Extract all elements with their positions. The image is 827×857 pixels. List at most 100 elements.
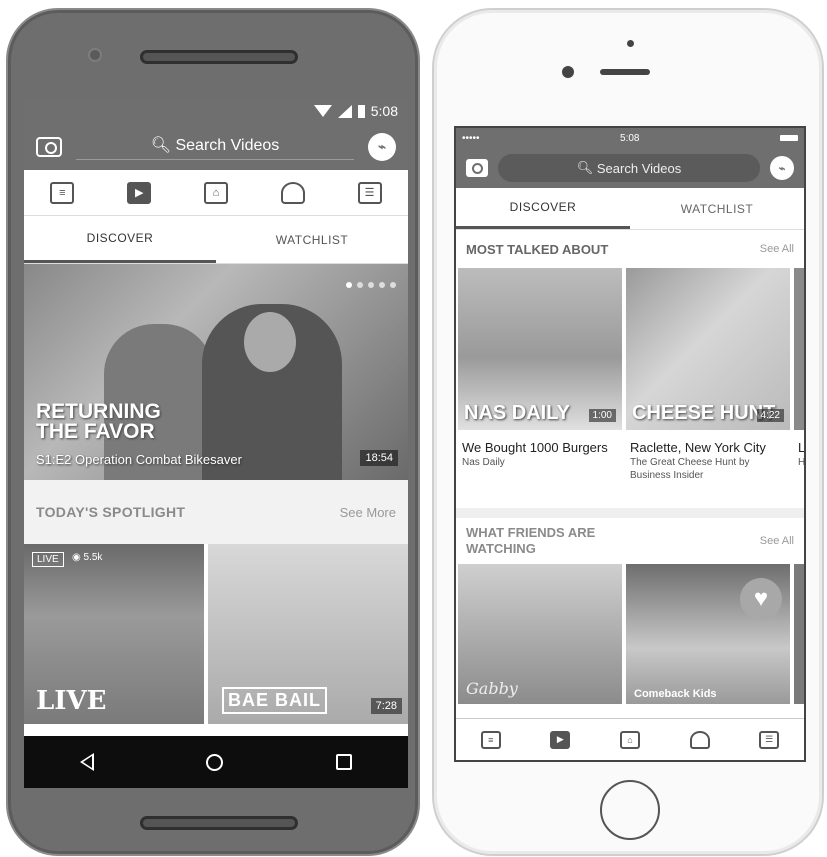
menu-icon[interactable]: ☰ [759,730,780,749]
messenger-icon[interactable]: ⌁ [368,133,396,161]
proximity-sensor [627,40,634,47]
search-bar: 🔍︎ Search Videos ⌁ [24,124,408,170]
view-count-value: 5.5k [83,552,103,563]
most-talked-cards: NAS DAILY 1:00 We Bought 1000 Burgers Na… [456,268,804,482]
video-source[interactable]: The Great Cheese Hunt by Business Inside… [626,456,790,482]
marketplace-icon[interactable]: ⌂ [203,181,228,204]
video-card[interactable]: NAS DAILY 1:00 We Bought 1000 Burgers Na… [458,268,622,482]
live-video-tile[interactable]: LIVE ◉ 5.5k LIVE [24,544,204,724]
video-title[interactable]: We Bought 1000 Burgers [458,440,622,456]
video-thumbnail-partial[interactable] [794,564,804,704]
thumbnail-label: Comeback Kids [634,688,717,700]
android-navigation-bar [24,736,408,788]
mlb-live-logo: LIVE [36,686,107,716]
status-time: 5:08 [620,132,640,144]
tab-watchlist[interactable]: WATCHLIST [630,188,804,229]
tab-discover[interactable]: DISCOVER [24,216,216,263]
front-camera [88,48,102,62]
back-icon[interactable] [80,753,95,771]
bae-bail-logo: BAE BAIL [222,687,327,714]
section-title: WHAT FRIENDS ARE WATCHING [466,525,596,556]
video-duration: 1:00 [588,409,616,422]
hero-title: RETURNING THE FAVOR [36,400,161,443]
thumbnail-label: NAS DAILY [464,402,570,424]
see-all-link[interactable]: See All [760,535,794,547]
hero-video[interactable]: RETURNING THE FAVOR S1:E2 Operation Comb… [24,264,408,480]
video-source[interactable]: Nas Daily [458,456,622,469]
battery-icon [357,104,365,118]
bottom-speaker [140,816,298,830]
carousel-dots[interactable] [346,282,396,288]
android-phone: 5:08 🔍︎ Search Videos ⌁ ≡ ▶ ⌂ ☰ DISCOVER… [6,8,420,856]
menu-icon[interactable]: ☰ [357,181,382,204]
messenger-icon[interactable]: ⌁ [770,156,794,180]
bottom-tab-bar: ≡ ▶ ⌂ ☰ [456,718,804,760]
heart-reaction-icon: ♥ [740,578,782,620]
video-thumbnail[interactable]: CHEESE HUNT 4:22 [626,268,790,430]
status-bar: 5:08 [24,98,408,124]
video-source[interactable]: He [794,456,804,469]
video-title[interactable]: Raclette, New York City [626,440,790,456]
thumbnail-label: Gabby [466,679,518,698]
bae-bail-video-tile[interactable]: BAE BAIL 7:28 [208,544,408,724]
battery-icon [779,135,798,141]
front-camera [562,66,574,78]
video-duration: 7:28 [370,698,402,714]
carousel-dot[interactable] [379,282,385,288]
news-feed-icon[interactable]: ≡ [480,730,501,749]
notifications-icon[interactable] [280,181,305,204]
carousel-dot[interactable] [357,282,363,288]
top-nav: ≡ ▶ ⌂ ☰ [24,170,408,216]
friends-watching-cards: Gabby Comeback Kids ♥ [456,564,804,704]
status-bar: ••••• 5:08 [456,128,804,148]
camera-icon[interactable] [466,159,488,177]
tab-bar: DISCOVER WATCHLIST [24,216,408,264]
hero-duration: 18:54 [360,450,398,466]
friends-watching-header: WHAT FRIENDS ARE WATCHING See All [456,518,804,564]
video-title[interactable]: Lo [794,440,804,456]
status-time: 5:08 [370,103,398,119]
notifications-icon[interactable] [689,730,710,749]
video-thumbnail[interactable]: NAS DAILY 1:00 [458,268,622,430]
search-icon: 🔍︎ [576,160,597,175]
carousel-dot[interactable] [390,282,396,288]
see-all-link[interactable]: See All [760,243,794,255]
live-badge: LIVE [32,552,64,567]
search-placeholder: Search Videos [596,160,682,176]
marketplace-icon[interactable]: ⌂ [619,730,640,749]
news-feed-icon[interactable]: ≡ [50,181,75,204]
home-button[interactable] [600,780,660,840]
video-thumbnail[interactable]: Comeback Kids ♥ [626,564,790,704]
camera-icon[interactable] [36,137,62,157]
most-talked-header: MOST TALKED ABOUT See All [456,230,804,268]
earpiece-speaker [600,69,650,75]
wifi-icon [313,105,332,117]
search-placeholder: Search Videos [175,136,280,154]
tab-watchlist[interactable]: WATCHLIST [216,216,408,263]
android-screen: 5:08 🔍︎ Search Videos ⌁ ≡ ▶ ⌂ ☰ DISCOVER… [24,98,408,788]
home-icon[interactable] [206,753,224,771]
search-input[interactable]: 🔍︎ Search Videos [76,135,354,160]
search-icon: 🔍︎ [150,136,172,154]
iphone-screen: ••••• 5:08 🔍︎ Search Videos ⌁ DISCOVER W… [454,126,806,762]
video-card-partial[interactable]: Lo He [794,268,804,482]
video-thumbnail[interactable]: Gabby [458,564,622,704]
iphone: ••••• 5:08 🔍︎ Search Videos ⌁ DISCOVER W… [432,8,824,856]
section-title: MOST TALKED ABOUT [466,241,609,257]
watch-icon[interactable]: ▶ [127,181,152,204]
tab-discover[interactable]: DISCOVER [456,188,630,229]
carousel-dot[interactable] [346,282,352,288]
video-thumbnail[interactable] [794,268,804,430]
signal-icon [337,104,352,118]
see-more-link[interactable]: See More [340,505,396,520]
eye-icon: ◉ [72,552,81,563]
recents-icon[interactable] [335,754,352,770]
video-card[interactable]: CHEESE HUNT 4:22 Raclette, New York City… [626,268,790,482]
signal-icon: ••••• [462,132,480,144]
view-count: ◉ 5.5k [72,552,102,563]
spotlight-tiles: LIVE ◉ 5.5k LIVE BAE BAIL 7:28 [24,544,408,724]
search-input[interactable]: 🔍︎ Search Videos [498,154,760,182]
carousel-dot[interactable] [368,282,374,288]
tab-bar: DISCOVER WATCHLIST [456,188,804,230]
watch-icon[interactable]: ▶ [550,730,571,749]
